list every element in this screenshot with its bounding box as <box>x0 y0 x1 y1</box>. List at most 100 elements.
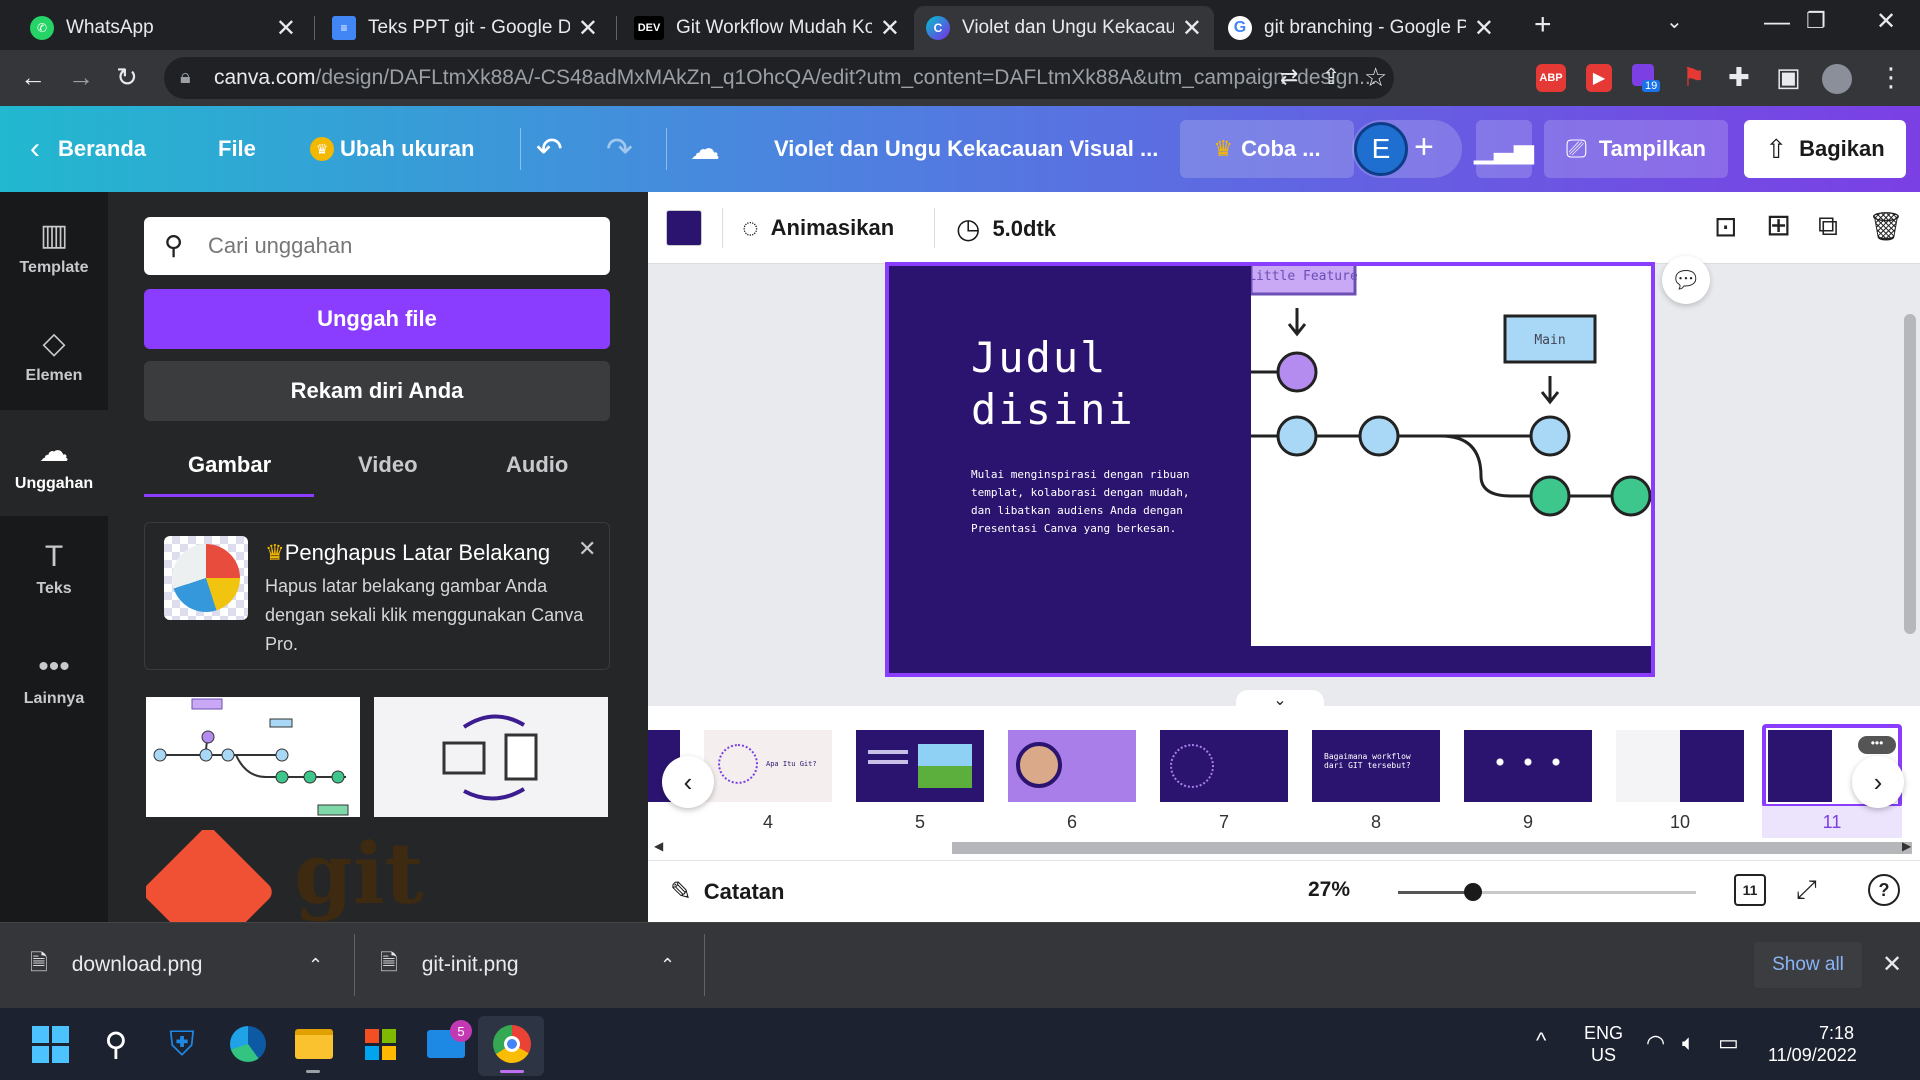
cloud-save-icon[interactable]: ☁ <box>690 106 720 192</box>
tab-video[interactable]: Video <box>358 452 418 478</box>
scroll-left-arrow-icon[interactable]: ◀ <box>654 839 663 853</box>
extension-flag-icon[interactable]: ⚑ <box>1682 64 1705 90</box>
duration-button[interactable]: ◷ 5.0dtk <box>956 212 1056 245</box>
chevron-up-icon[interactable]: ⌃ <box>308 955 323 976</box>
share-page-icon[interactable]: ⇪ <box>1322 66 1340 88</box>
side-panel-icon[interactable]: ▣ <box>1776 64 1801 90</box>
page-thumbnail-5[interactable] <box>856 730 984 802</box>
rail-item-elements[interactable]: ◇ Elemen <box>0 326 108 385</box>
present-button[interactable]: ⎚ Tampilkan <box>1544 120 1728 178</box>
edge-browser-icon[interactable] <box>222 1018 274 1070</box>
add-page-icon[interactable]: ⊞ <box>1766 208 1791 243</box>
translate-icon[interactable]: ⇄ <box>1280 66 1298 88</box>
search-input[interactable]: Cari unggahan <box>144 217 610 275</box>
tab-google-search[interactable]: G git branching - Google Pe ✕ <box>1216 6 1506 50</box>
vertical-scrollbar[interactable] <box>1900 264 1920 684</box>
rail-item-text[interactable]: T Teks <box>0 540 108 598</box>
rail-item-template[interactable]: ▥ Template <box>0 218 108 277</box>
adblock-icon[interactable]: ABP <box>1536 64 1566 92</box>
download-item[interactable]: 🗎 download.png ⌃ <box>30 922 340 1008</box>
tab-google-docs[interactable]: ≡ Teks PPT git - Google Dok ✕ <box>320 6 610 50</box>
rail-item-more[interactable]: ••• Lainnya <box>0 650 108 708</box>
security-shield-icon[interactable]: ⛨ <box>156 1018 208 1070</box>
tab-whatsapp[interactable]: ✆ WhatsApp ✕ <box>18 6 308 50</box>
duplicate-page-icon[interactable]: ⧉ <box>1818 210 1838 243</box>
close-tab-icon[interactable]: ✕ <box>880 14 900 43</box>
strip-scroll-thumb[interactable] <box>952 842 1912 854</box>
resize-button[interactable]: ♛ Ubah ukuran <box>310 106 474 192</box>
bookmark-star-icon[interactable]: ☆ <box>1364 64 1387 90</box>
extension-red-icon[interactable]: ▶ <box>1586 64 1612 92</box>
tab-search-icon[interactable]: ⌄ <box>1666 12 1683 32</box>
add-comment-icon[interactable]: 💬︎ <box>1662 256 1710 304</box>
tab-canva[interactable]: C Violet dan Ungu Kekacaua ✕ <box>914 6 1214 50</box>
tab-images[interactable]: Gambar <box>188 452 271 478</box>
upload-file-button[interactable]: Unggah file <box>144 289 610 349</box>
close-tab-icon[interactable]: ✕ <box>1182 14 1202 43</box>
file-explorer-icon[interactable] <box>288 1018 340 1070</box>
page-grid-view-button[interactable]: 11 <box>1734 874 1766 906</box>
scroll-right-chevron-icon[interactable]: › <box>1852 756 1904 808</box>
page-thumbnail-6[interactable] <box>1008 730 1136 802</box>
uploaded-image-git-branches[interactable] <box>146 697 360 817</box>
close-tab-icon[interactable]: ✕ <box>276 14 296 43</box>
page-thumbnail-10[interactable] <box>1616 730 1744 802</box>
strip-scrollbar[interactable]: ◀ ▶ <box>648 838 1920 860</box>
chevron-up-icon[interactable]: ^ <box>1536 1028 1546 1054</box>
reload-icon[interactable]: ↻ <box>116 64 138 90</box>
input-language-indicator[interactable]: ENG US <box>1584 1022 1623 1066</box>
tab-dev-to[interactable]: DEV Git Workflow Mudah Kok! ✕ <box>622 6 912 50</box>
document-title[interactable]: Violet dan Ungu Kekacauan Visual ... <box>774 106 1158 192</box>
uploaded-image-sync-folders[interactable] <box>374 697 608 817</box>
extension-purple-icon[interactable]: 19 <box>1632 64 1662 94</box>
record-yourself-button[interactable]: Rekam diri Anda <box>144 361 610 421</box>
close-tab-icon[interactable]: ✕ <box>578 14 598 43</box>
chevron-up-icon[interactable]: ⌃ <box>660 955 675 976</box>
fullscreen-icon[interactable]: ⤢ <box>1796 874 1817 906</box>
scroll-right-arrow-icon[interactable]: ▶ <box>1902 839 1911 853</box>
close-download-bar-icon[interactable]: ✕ <box>1882 950 1902 979</box>
battery-icon[interactable]: ▭ <box>1718 1030 1739 1056</box>
close-icon[interactable]: ✕ <box>578 536 596 562</box>
lock-page-icon[interactable]: ⊡ <box>1714 210 1737 243</box>
page-thumbnail-9[interactable] <box>1464 730 1592 802</box>
more-options-icon[interactable]: ••• <box>1858 736 1896 754</box>
undo-icon[interactable]: ↶ <box>536 106 563 192</box>
search-icon[interactable]: ⚲ <box>90 1018 142 1070</box>
restore-icon[interactable]: ❐ <box>1806 10 1826 32</box>
extensions-puzzle-icon[interactable]: ✚ <box>1728 64 1750 90</box>
forward-icon[interactable]: → <box>68 64 94 90</box>
lock-icon[interactable]: 🔒︎ <box>180 67 191 87</box>
uploaded-image-git-logo[interactable]: git <box>146 830 446 922</box>
mail-icon[interactable]: 5 <box>420 1018 472 1070</box>
page-thumbnail-4[interactable]: Apa Itu Git? <box>704 730 832 802</box>
windows-start-icon[interactable] <box>24 1018 76 1070</box>
menu-kebab-icon[interactable]: ⋮ <box>1878 64 1904 90</box>
profile-avatar[interactable] <box>1822 64 1852 94</box>
new-tab-icon[interactable]: + <box>1534 10 1552 40</box>
address-bar[interactable]: canva.com/design/DAFLtmXk88A/-CS48adMxMA… <box>164 57 1394 99</box>
user-avatar[interactable]: E <box>1354 122 1408 176</box>
try-pro-button[interactable]: ♛ Coba ... <box>1180 120 1354 178</box>
close-window-icon[interactable]: ✕ <box>1876 10 1896 34</box>
zoom-level[interactable]: 27% <box>1308 878 1350 902</box>
help-icon[interactable]: ? <box>1868 874 1900 906</box>
background-color-swatch[interactable] <box>666 210 702 246</box>
show-all-downloads-button[interactable]: Show all <box>1754 942 1862 988</box>
wifi-icon[interactable]: ◠ <box>1646 1030 1665 1056</box>
zoom-slider[interactable] <box>1398 883 1696 901</box>
microsoft-store-icon[interactable] <box>354 1018 406 1070</box>
scroll-left-chevron-icon[interactable]: ‹ <box>662 756 714 808</box>
zoom-slider-handle[interactable] <box>1464 883 1482 901</box>
file-menu-button[interactable]: File <box>218 106 256 192</box>
back-icon[interactable]: ← <box>20 64 46 90</box>
expand-strip-chevron-icon[interactable]: ⌄ <box>1236 690 1324 710</box>
delete-page-icon[interactable]: 🗑︎ <box>1868 210 1904 243</box>
minimize-icon[interactable]: — <box>1764 8 1790 34</box>
clock[interactable]: 7:18 11/09/2022 <box>1768 1022 1857 1066</box>
volume-icon[interactable]: 🔈︎ <box>1682 1030 1695 1056</box>
home-button[interactable]: ‹ Beranda <box>30 106 146 192</box>
download-item[interactable]: 🗎 git-init.png ⌃ <box>380 922 690 1008</box>
vertical-scroll-thumb[interactable] <box>1904 314 1916 634</box>
redo-icon[interactable]: ↷ <box>606 106 633 192</box>
